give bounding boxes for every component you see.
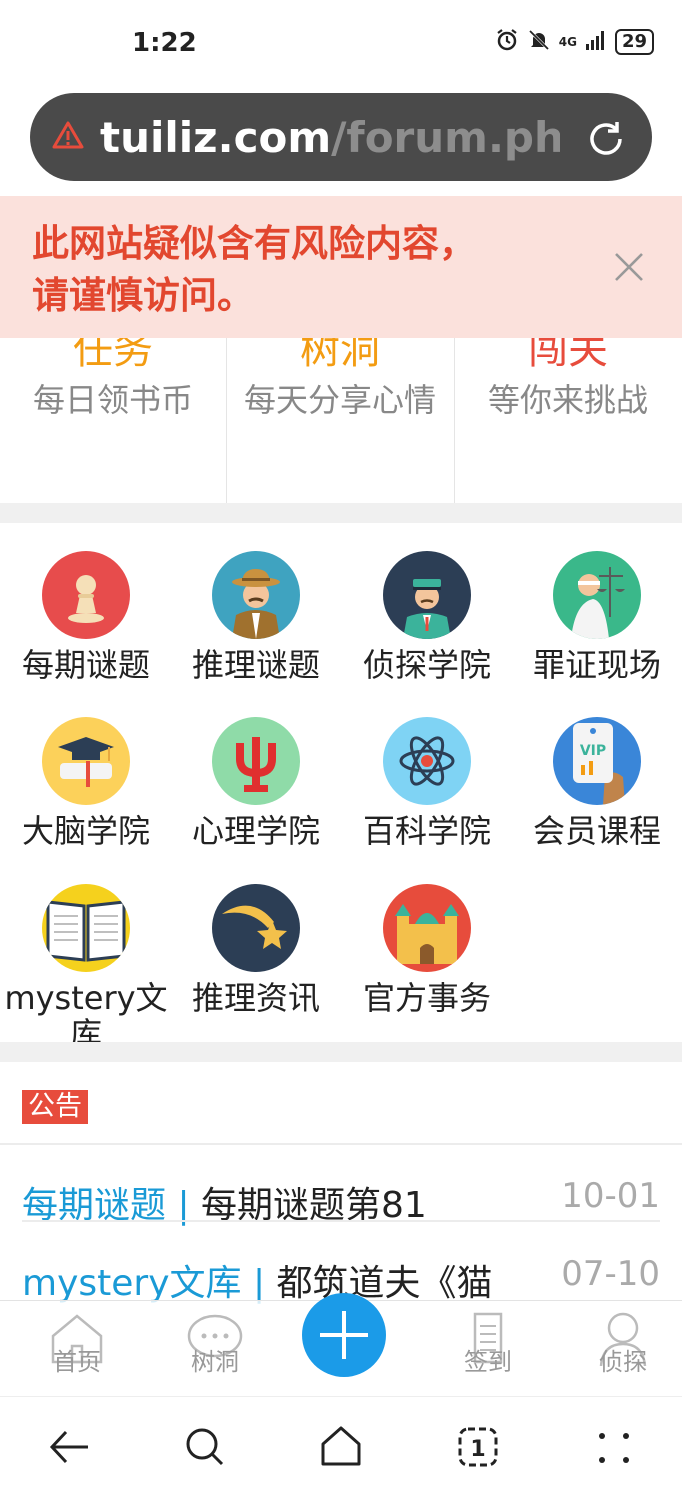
grid-item-vip-course[interactable]: VIP 会员课程 — [511, 717, 682, 885]
notice-row[interactable]: 每期谜题 | 每期谜题第81 10-01 — [22, 1176, 662, 1226]
feature-title: 任务 — [73, 338, 153, 373]
status-time: 1:22 — [132, 28, 197, 58]
tab-home[interactable]: 首页 — [32, 1310, 122, 1377]
grid-item-label: 官方事务 — [362, 979, 491, 1017]
divider — [22, 1220, 660, 1222]
tab-label: 侦探 — [599, 1348, 647, 1376]
grid-item-label: 大脑学院 — [21, 812, 150, 850]
feature-subtitle: 等你来挑战 — [487, 381, 648, 419]
vip-card-icon: VIP — [553, 717, 641, 805]
notice-badge: 公告 — [22, 1090, 88, 1124]
grid-item-brain-academy[interactable]: 大脑学院 — [0, 717, 172, 885]
grid-item-psychology-academy[interactable]: 心理学院 — [170, 717, 342, 885]
grid-item-label: 罪证现场 — [532, 646, 661, 684]
tab-treehole[interactable]: 树洞 — [170, 1310, 260, 1377]
separator: | — [241, 1263, 277, 1304]
back-icon[interactable] — [48, 1428, 90, 1470]
justice-scales-icon — [553, 551, 641, 639]
svg-text:1: 1 — [470, 1437, 485, 1462]
divider — [0, 1143, 682, 1145]
psi-icon — [212, 717, 300, 805]
notice-date: 10-01 — [561, 1176, 660, 1216]
home-nav-icon[interactable] — [320, 1425, 362, 1471]
svg-text:VIP: VIP — [580, 743, 606, 759]
section-gap — [0, 1042, 682, 1062]
grid-item-label: 推理资讯 — [191, 979, 320, 1017]
tab-label: 签到 — [464, 1348, 512, 1376]
feature-title: 树洞 — [300, 338, 380, 373]
shooting-star-icon — [212, 884, 300, 972]
grid-item-label: 侦探学院 — [362, 646, 491, 684]
plus-icon — [320, 1311, 368, 1359]
grid-item-label: 会员课程 — [532, 812, 661, 850]
add-post-button[interactable] — [302, 1293, 386, 1377]
url-domain: tuiliz.com — [100, 113, 332, 162]
graduation-cap-icon — [42, 717, 130, 805]
chess-pawn-icon — [42, 551, 130, 639]
police-officer-icon — [383, 551, 471, 639]
grid-item-crime-scene[interactable]: 罪证现场 — [511, 551, 682, 719]
close-icon[interactable] — [612, 250, 646, 288]
grid-item-label: 百科学院 — [362, 812, 491, 850]
risk-warning-text: 此网站疑似含有风险内容， 请谨慎访问。 — [32, 218, 572, 322]
url-path: /forum.php?mobile — [331, 113, 560, 162]
grid-item-official-affairs[interactable]: 官方事务 — [341, 884, 513, 1052]
feature-subtitle: 每日领书币 — [32, 381, 193, 419]
risk-line-1: 此网站疑似含有风险内容， — [32, 222, 476, 265]
tab-detective[interactable]: 侦探 — [578, 1310, 668, 1377]
notice-date: 07-10 — [561, 1254, 660, 1294]
feature-title: 闯关 — [528, 338, 608, 373]
alarm-icon — [495, 28, 519, 56]
tab-label: 树洞 — [191, 1348, 239, 1376]
open-book-icon — [42, 884, 130, 972]
menu-dots-icon[interactable] — [596, 1430, 632, 1470]
feature-task[interactable]: 任务 每日领书币 — [0, 338, 226, 503]
tabs-count-icon[interactable]: 1 — [457, 1426, 499, 1472]
grid-item-label: 推理谜题 — [191, 646, 320, 684]
grid-item-detective-academy[interactable]: 侦探学院 — [341, 551, 513, 719]
section-gap — [0, 503, 682, 523]
mute-bell-icon — [527, 28, 551, 56]
feature-subtitle: 每天分享心情 — [243, 381, 436, 419]
feature-treehole[interactable]: 树洞 每天分享心情 — [227, 338, 453, 503]
warning-icon[interactable] — [52, 120, 84, 154]
grid-item-weekly-puzzle[interactable]: 每期谜题 — [0, 551, 172, 719]
grid-item-label: 心理学院 — [191, 812, 320, 850]
grid-item-reasoning-news[interactable]: 推理资讯 — [170, 884, 342, 1052]
battery-level: 29 — [614, 29, 654, 55]
status-icons: 4G 29 — [495, 28, 654, 56]
grid-item-encyclopedia-academy[interactable]: 百科学院 — [341, 717, 513, 885]
network-type: 4G — [558, 35, 577, 49]
risk-line-2: 请谨慎访问。 — [32, 274, 254, 317]
feature-challenge[interactable]: 闯关 等你来挑战 — [455, 338, 681, 503]
reload-icon[interactable] — [585, 118, 627, 164]
detective-icon — [212, 551, 300, 639]
castle-icon — [383, 884, 471, 972]
grid-item-reasoning-puzzle[interactable]: 推理谜题 — [170, 551, 342, 719]
signal-icon — [585, 30, 607, 54]
tab-label: 首页 — [53, 1348, 101, 1376]
grid-item-mystery-library[interactable]: mystery文库 — [0, 884, 172, 1052]
tab-checkin[interactable]: 签到 — [443, 1310, 533, 1377]
url-text[interactable]: tuiliz.com/forum.php?mobile — [100, 110, 560, 166]
search-icon[interactable] — [184, 1426, 226, 1472]
grid-item-label: 每期谜题 — [21, 646, 150, 684]
atom-icon — [383, 717, 471, 805]
notice-category[interactable]: mystery文库 — [22, 1263, 242, 1304]
